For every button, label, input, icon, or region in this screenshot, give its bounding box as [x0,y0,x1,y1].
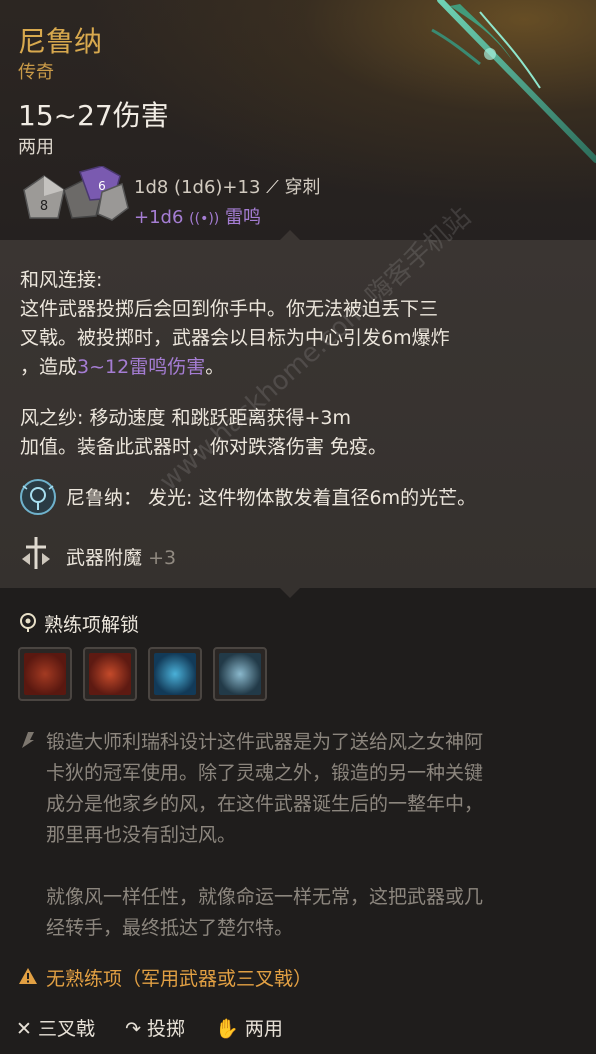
enchant-value: +3 [148,547,177,569]
skill-slot[interactable] [18,647,72,701]
skill-icon [89,653,131,695]
damage-type: 穿刺 [284,177,321,198]
thunder-icon: ((•)) [189,211,220,227]
piercing-icon: ⟋ [266,177,279,198]
lore-line: 经转手，最终抵达了楚尔特。 [46,917,294,939]
enchant-label: 武器附魔 [66,547,143,569]
light-icon [20,479,56,515]
proficiency-warning: 无熟练项（军用武器或三叉戟） [46,968,313,990]
lore-line: 就像风一样任性，就像命运一样无常，这把武器或几 [46,886,484,908]
throw-icon: ↷ [125,1018,141,1040]
quill-icon [22,732,34,748]
bonus-formula: +1d6 [134,207,184,228]
enchant-row: 武器附魔 +3 [66,543,176,570]
skill-icon [24,653,66,695]
dice-icon: 8 6 [23,166,129,221]
damage-stat: 1d8 (1d6)+13 ⟋ 穿刺 [134,173,321,199]
damage-formula: 1d8 (1d6)+13 [134,177,261,198]
lore-text: 锻造大师利瑞科设计这件武器是为了送给风之女神阿 卡狄的冠军使用。除了灵魂之外，锻… [46,727,566,944]
skill-slot[interactable] [213,647,267,701]
die-face-d8: 8 [40,199,48,214]
panel-notch-bottom [280,588,300,598]
wind-veil-ability: 风之纱: 移动速度 和跳跃距离获得+3m 加值。装备此武器时，你对跌落伤害 免疫… [20,404,550,462]
footer-properties: ✕ 三叉戟 ↷ 投掷 ✋ 两用 [16,1014,283,1041]
lore-line: 锻造大师利瑞科设计这件武器是为了送给风之女神阿 [46,731,484,753]
item-name: 尼鲁纳 [18,25,103,58]
versatile-property: 两用 [244,1018,283,1040]
item-handedness: 两用 [18,137,54,158]
lore-line: 成分是他家乡的风，在这件武器诞生后的一整年中， [46,793,484,815]
ability-title: 和风连接: [20,269,103,291]
bonus-damage: +1d6 ((•)) 雷鸣 [134,203,261,229]
ability-line: 加值。装备此武器时，你对跌落伤害 免疫。 [20,436,388,458]
weapon-type: 三叉戟 [37,1018,95,1040]
trident-image [431,0,596,163]
light-text: 尼鲁纳： 发光: 这件物体散发着直径6m的光芒。 [66,487,477,509]
item-rarity: 传奇 [18,62,54,83]
skill-icon [154,653,196,695]
ability-line: 风之纱: 移动速度 和跳跃距离获得+3m [20,407,351,429]
skill-slot[interactable] [83,647,137,701]
item-damage: 15~27伤害 [18,99,169,132]
enchant-icon [22,537,50,569]
lore-line: 卡狄的冠军使用。除了灵魂之外，锻造的另一种关键 [46,762,484,784]
warning-icon [19,968,37,984]
unlock-icon [20,613,36,632]
unlock-title: 熟练项解锁 [44,614,140,636]
panel-notch [280,230,300,240]
skill-icon [219,653,261,695]
throw-property: 投掷 [147,1018,186,1040]
ability-line: 这件武器投掷后会回到你手中。你无法被迫丢下三 [20,298,439,320]
skill-slot[interactable] [148,647,202,701]
trident-type-icon: ✕ [16,1018,32,1040]
bonus-type: 雷鸣 [225,207,261,228]
versatile-icon: ✋ [215,1018,239,1040]
die-face-d6: 6 [98,179,106,193]
thunder-damage: 3~12雷鸣伤害 [77,356,206,378]
lore-line: 那里再也没有刮过风。 [46,824,237,846]
item-tooltip: 尼鲁纳 传奇 15~27伤害 两用 8 6 1d8 (1d6)+13 ⟋ 穿刺 … [0,0,596,1054]
